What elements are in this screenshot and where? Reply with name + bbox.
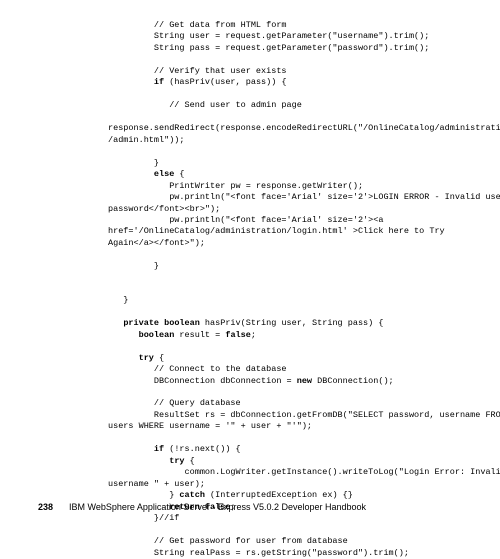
page-footer: 238 IBM WebSphere Application Server - Ex… <box>38 501 366 513</box>
code-line: DBConnection(); <box>312 376 394 386</box>
code-line: (!rs.next()) { <box>164 444 241 454</box>
keyword-if: if <box>154 77 164 87</box>
code-line: users WHERE username = '" + user + "'"); <box>108 421 312 431</box>
code-line: Again</a></font>"); <box>108 238 205 248</box>
code-block: // Get data from HTML form String user =… <box>108 20 480 559</box>
code-line: // Query database <box>108 398 241 408</box>
keyword-new: new <box>297 376 312 386</box>
code-line: // Get data from HTML form <box>108 20 287 30</box>
keyword-if: if <box>154 444 164 454</box>
code-line: result = <box>174 330 225 340</box>
code-line <box>108 353 139 363</box>
code-line <box>108 456 169 466</box>
code-line <box>108 77 154 87</box>
code-line: ; <box>251 330 256 340</box>
code-line: password</font><br>"); <box>108 204 220 214</box>
keyword-try: try <box>139 353 154 363</box>
code-line: common.LogWriter.getInstance().writeToLo… <box>108 467 500 477</box>
code-line: PrintWriter pw = response.getWriter(); <box>108 181 363 191</box>
code-line: /admin.html")); <box>108 135 185 145</box>
code-line: DBConnection dbConnection = <box>108 376 297 386</box>
code-line <box>108 444 154 454</box>
code-line <box>108 318 123 328</box>
code-line: pw.println("<font face='Arial' size='2'>… <box>108 192 500 202</box>
code-line: (InterruptedException ex) {} <box>205 490 353 500</box>
code-line: } <box>108 490 179 500</box>
keyword-boolean: boolean <box>139 330 175 340</box>
code-line: } <box>108 158 159 168</box>
code-line: href='/OnlineCatalog/administration/logi… <box>108 226 445 236</box>
code-line <box>108 330 139 340</box>
code-line: { <box>174 169 184 179</box>
code-line: hasPriv(String user, String pass) { <box>200 318 384 328</box>
code-line: (hasPriv(user, pass)) { <box>164 77 286 87</box>
code-line: String realPass = rs.getString("password… <box>108 548 409 558</box>
page-number: 238 <box>38 502 53 512</box>
code-line: // Get password for user from database <box>108 536 348 546</box>
code-line: response.sendRedirect(response.encodeRed… <box>108 123 500 133</box>
code-line: String pass = request.getParameter("pass… <box>108 43 429 53</box>
book-title: IBM WebSphere Application Server - Expre… <box>69 502 366 512</box>
code-line: } <box>108 261 159 271</box>
keyword-catch: catch <box>179 490 205 500</box>
code-line: pw.println("<font face='Arial' size='2'>… <box>108 215 383 225</box>
code-line: { <box>154 353 164 363</box>
keyword-else: else <box>154 169 174 179</box>
keyword-private-boolean: private boolean <box>123 318 200 328</box>
page: // Get data from HTML form String user =… <box>0 0 500 529</box>
keyword-try: try <box>169 456 184 466</box>
code-line: // Verify that user exists <box>108 66 287 76</box>
code-line: // Send user to admin page <box>108 100 302 110</box>
code-line: // Connect to the database <box>108 364 287 374</box>
code-line: }//if <box>108 513 179 523</box>
keyword-false: false <box>225 330 251 340</box>
code-line: } <box>108 295 128 305</box>
code-line: ResultSet rs = dbConnection.getFromDB("S… <box>108 410 500 420</box>
code-line: String user = request.getParameter("user… <box>108 31 429 41</box>
code-line: { <box>185 456 195 466</box>
code-line: username " + user); <box>108 479 205 489</box>
code-line <box>108 169 154 179</box>
